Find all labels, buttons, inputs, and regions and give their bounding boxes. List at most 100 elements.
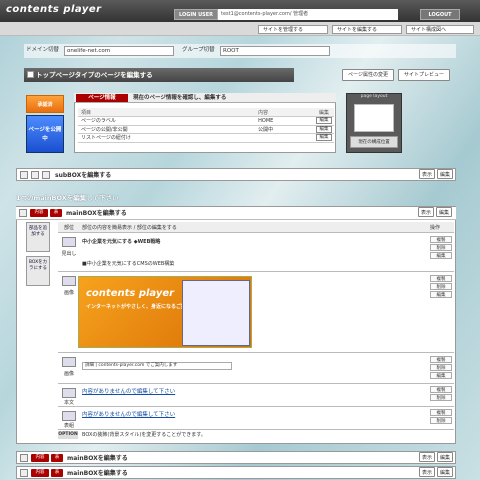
duplicate-button[interactable]: 複製 xyxy=(430,236,452,243)
page-info-desc: 現在のページ情報を確認し、編集する xyxy=(133,95,227,101)
box-icon xyxy=(31,171,39,179)
mainbox3-edit-button[interactable]: 編集 xyxy=(437,467,453,477)
empty-box-button[interactable]: BOXをカラにする xyxy=(26,256,50,286)
grid-header: 部位 部位の内容を簡易表示 / 部位の編集をする 操作 xyxy=(58,222,454,233)
nav-edit-site[interactable]: サイトを編集する xyxy=(332,25,402,34)
mainbox3-title: mainBOXを編集する xyxy=(67,470,128,477)
option-label: OPTION xyxy=(58,431,78,439)
edit-button[interactable]: 編集 xyxy=(430,291,452,298)
mainbox2-view-button[interactable]: 表示 xyxy=(419,452,435,462)
image-caption: 詳細 | contents-player.com でご案内します xyxy=(82,362,232,370)
table-row: ページの公開/非公開 公開中 編集 xyxy=(78,125,334,134)
site-preview-button[interactable]: サイトプレビュー xyxy=(398,69,450,81)
page-attr-button[interactable]: ページ属性の変更 xyxy=(342,69,394,81)
part-type: 画像 xyxy=(63,371,74,377)
part-type: 表組 xyxy=(63,423,74,429)
mainbox-title: mainBOXを編集する xyxy=(66,210,127,217)
page-info-table: 項目 内容 編集 ページのラベル HOME 編集 ページの公開/非公開 公開中 編集 リスト… xyxy=(78,108,334,143)
duplicate-button[interactable]: 複製 xyxy=(430,356,452,363)
mainbox-bar: 内容 表 mainBOXを編集する 表示 編集 xyxy=(16,207,456,220)
col-content: 部位の内容を簡易表示 / 部位の編集をする xyxy=(82,225,177,231)
row-controls: 複製 削除 xyxy=(430,386,452,402)
mainbox3-view-button[interactable]: 表示 xyxy=(419,467,435,477)
mainbox2-bar: 内容 表 mainBOXを編集する 表示 編集 xyxy=(16,451,456,464)
table-row: ページのラベル HOME 編集 xyxy=(78,116,334,126)
heading-preview: 中小企業を元気にする ◆WEB戦略 xyxy=(82,239,161,245)
login-user-value: test1@contents-player.com/ 管理者 xyxy=(218,9,398,20)
logout-button[interactable]: LOGOUT xyxy=(420,9,460,20)
edit-button[interactable]: 編集 xyxy=(316,125,332,133)
side-tools: 部品を追加する BOXをカラにする xyxy=(26,222,52,288)
edit-button[interactable]: 編集 xyxy=(430,252,452,259)
empty-text-link[interactable]: 内容がありませんので編集して下さい xyxy=(82,387,175,397)
mainbox-view-button[interactable]: 表示 xyxy=(418,207,434,217)
list-item: 本文 内容がありませんので編集して下さい 複製 削除 xyxy=(58,385,454,407)
content-pill: 内容 xyxy=(31,454,49,462)
group-select[interactable]: ROOT xyxy=(220,46,330,56)
box-icon xyxy=(20,454,28,462)
duplicate-button[interactable]: 複製 xyxy=(430,386,452,393)
subbox-title: subBOXを編集する xyxy=(55,172,112,179)
domain-select[interactable]: onelife-net.com xyxy=(64,46,174,56)
banner-screenshot xyxy=(182,280,250,346)
image-icon xyxy=(62,357,76,367)
subbox-view-button[interactable]: 表示 xyxy=(419,169,435,179)
row-controls: 複製 削除 xyxy=(430,409,452,425)
mainbox-edit-button[interactable]: 編集 xyxy=(436,207,452,217)
heading-sub: ■中小企業を元気にするCMSのWEB構築 xyxy=(82,261,175,267)
col-item: 項目 xyxy=(78,108,256,117)
option-row: OPTION BOXの装飾(背景スタイル)を変更することができます。 xyxy=(58,431,454,440)
group-label: グループ切替 xyxy=(182,47,215,53)
app-logo: contents player xyxy=(6,4,102,15)
add-part-button[interactable]: 部品を追加する xyxy=(26,222,50,252)
layout-position-button[interactable]: 現在の構成位置 xyxy=(350,136,398,148)
delete-button[interactable]: 削除 xyxy=(430,394,452,401)
heading-icon xyxy=(62,237,76,247)
table-pill: 表 xyxy=(50,209,62,217)
subbox-bar: subBOXを編集する 表示 編集 xyxy=(16,168,456,181)
delete-button[interactable]: 削除 xyxy=(430,364,452,371)
list-item: 画像 詳細 | contents-player.com でご案内します 複製 削除… xyxy=(58,354,454,384)
list-item: 表組 内容がありませんので編集して下さい 複製 削除 xyxy=(58,408,454,430)
approved-badge: 承認済 xyxy=(26,95,64,113)
part-type: 見出し xyxy=(61,251,77,257)
empty-table-link[interactable]: 内容がありませんので編集して下さい xyxy=(82,410,175,420)
row-controls: 複製 削除 編集 xyxy=(430,275,452,299)
edit-button[interactable]: 編集 xyxy=(430,372,452,379)
publish-button[interactable]: ページを公開中 xyxy=(26,115,64,153)
table-icon xyxy=(62,411,76,421)
mainbox3-bar: 内容 表 mainBOXを編集する 表示 編集 xyxy=(16,466,456,479)
box-icon xyxy=(20,171,28,179)
text-icon xyxy=(62,388,76,398)
box-icon xyxy=(19,209,27,217)
row-controls: 複製 削除 編集 xyxy=(430,356,452,380)
box-icon xyxy=(20,469,28,477)
domain-bar: ドメイン切替 onelife-net.com グループ切替 ROOT xyxy=(24,44,456,58)
delete-button[interactable]: 削除 xyxy=(430,244,452,251)
page-edit-title: トップページタイプのページを編集する xyxy=(24,68,294,82)
page-icon xyxy=(27,71,34,78)
layout-thumbnail xyxy=(354,104,394,132)
list-item: 見出し 中小企業を元気にする ◆WEB戦略 ■中小企業を元気にするCMSのWEB… xyxy=(58,234,454,272)
content-pill: 内容 xyxy=(31,469,49,477)
nav-site-map[interactable]: サイト構成図へ xyxy=(406,25,474,34)
nav-manage-site[interactable]: サイトを管理する xyxy=(258,25,328,34)
nav-bar: サイトを管理する サイトを編集する サイト構成図へ xyxy=(0,22,480,36)
table-pill: 表 xyxy=(51,454,63,462)
mainbox2-edit-button[interactable]: 編集 xyxy=(437,452,453,462)
duplicate-button[interactable]: 複製 xyxy=(430,275,452,282)
content-pill: 内容 xyxy=(30,209,48,217)
edit-button[interactable]: 編集 xyxy=(316,117,332,125)
part-type: 画像 xyxy=(63,290,74,296)
duplicate-button[interactable]: 複製 xyxy=(430,409,452,416)
delete-button[interactable]: 削除 xyxy=(430,417,452,424)
subbox-edit-button[interactable]: 編集 xyxy=(437,169,453,179)
delete-button[interactable]: 削除 xyxy=(430,283,452,290)
edit-button[interactable]: 編集 xyxy=(316,134,332,142)
col-actions: 操作 xyxy=(430,225,441,231)
table-row: リストページの紐付け 編集 xyxy=(78,133,334,143)
login-user-label: LOGIN USER xyxy=(174,9,218,20)
page-info-tag: ページ情報 xyxy=(76,94,128,102)
mainbox2-title: mainBOXを編集する xyxy=(67,455,128,462)
col-edit: 編集 xyxy=(316,108,334,117)
